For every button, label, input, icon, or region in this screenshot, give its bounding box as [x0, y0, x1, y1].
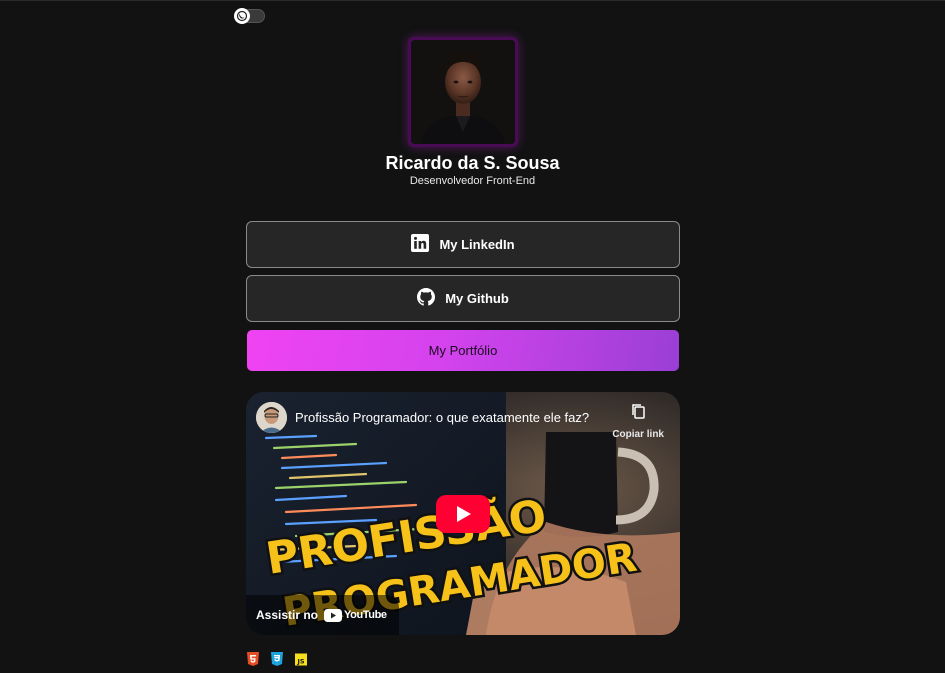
- watch-on-youtube[interactable]: Assistir no YouTube: [246, 595, 399, 635]
- tech-stack: JS: [247, 652, 307, 666]
- play-button[interactable]: [436, 495, 490, 533]
- page: Ricardo da S. Sousa Desenvolvedor Front-…: [0, 0, 945, 673]
- youtube-embed[interactable]: PROFISSÃO PROGRAMADOR Profissão Programa…: [246, 392, 680, 635]
- copy-link-label: Copiar link: [612, 429, 664, 440]
- copy-link-button[interactable]: Copiar link: [612, 403, 664, 440]
- github-button[interactable]: My Github: [246, 275, 680, 322]
- linkedin-label: My LinkedIn: [439, 237, 515, 252]
- portfolio-button[interactable]: My Portfólio: [247, 330, 679, 371]
- portfolio-label: My Portfólio: [428, 343, 498, 358]
- watch-on-label: Assistir no: [256, 608, 319, 622]
- youtube-logo: YouTube: [324, 608, 387, 622]
- html5-icon: [247, 652, 259, 666]
- play-icon: [436, 495, 490, 533]
- video-header: Profissão Programador: o que exatamente …: [256, 402, 600, 433]
- js-icon: JS: [295, 652, 307, 666]
- youtube-icon: [324, 608, 343, 622]
- svg-text:JS: JS: [296, 657, 304, 665]
- copy-icon: [630, 403, 646, 425]
- linkedin-button[interactable]: My LinkedIn: [246, 221, 680, 268]
- moon-icon: [234, 8, 250, 24]
- profile-avatar: [408, 37, 518, 147]
- channel-avatar[interactable]: [256, 402, 287, 433]
- theme-toggle[interactable]: [234, 8, 265, 24]
- profile-name: Ricardo da S. Sousa: [385, 153, 560, 173]
- github-label: My Github: [445, 291, 509, 306]
- video-title[interactable]: Profissão Programador: o que exatamente …: [295, 410, 600, 425]
- github-icon: [417, 288, 436, 309]
- profile-role: Desenvolvedor Front-End: [409, 175, 536, 187]
- css3-icon: [271, 652, 283, 666]
- youtube-brand-label: YouTube: [344, 609, 387, 621]
- linkedin-icon: [411, 234, 430, 255]
- profile-photo: [411, 40, 515, 144]
